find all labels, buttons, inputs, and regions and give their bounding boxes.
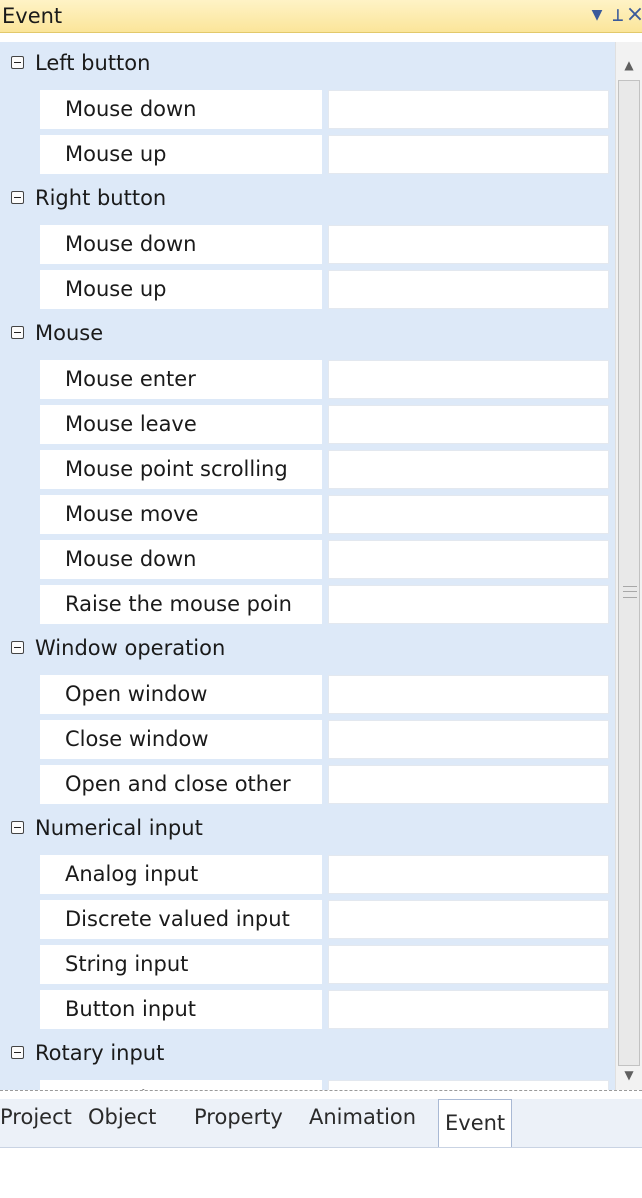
tab-event[interactable]: Event xyxy=(438,1099,513,1147)
event-value-field[interactable] xyxy=(328,405,609,444)
event-value-field[interactable] xyxy=(328,945,609,984)
event-name[interactable]: String input xyxy=(40,945,322,984)
group-header[interactable]: Mouse xyxy=(0,312,615,357)
event-row: Open window xyxy=(0,672,615,717)
group-header[interactable]: Numerical input xyxy=(0,807,615,852)
scroll-up-arrow-icon[interactable]: ▲ xyxy=(616,50,642,80)
panel-title: Event xyxy=(2,4,63,28)
event-value-field[interactable] xyxy=(328,585,609,624)
group-header[interactable]: Right button xyxy=(0,177,615,222)
event-row: Mouse up xyxy=(0,132,615,177)
event-name[interactable]: Close window xyxy=(40,720,322,759)
event-row: Raise the mouse poin xyxy=(0,582,615,627)
group-label: Left button xyxy=(35,51,151,75)
tab-animation[interactable]: Animation xyxy=(309,1105,416,1129)
collapse-toggle-icon[interactable] xyxy=(11,1046,24,1059)
scroll-thumb[interactable] xyxy=(618,80,640,1066)
vertical-scrollbar[interactable]: ▲ ▼ xyxy=(615,42,642,1090)
event-row: Open and close other xyxy=(0,762,615,807)
group-header[interactable]: Rotary input xyxy=(0,1032,615,1077)
event-row: String input xyxy=(0,942,615,987)
event-value-field[interactable] xyxy=(328,225,609,264)
event-name[interactable]: Open and close other xyxy=(40,765,322,804)
event-value-field[interactable] xyxy=(328,540,609,579)
event-name[interactable]: Mouse leave xyxy=(40,405,322,444)
event-name[interactable]: Analog input xyxy=(40,855,322,894)
group-label: Right button xyxy=(35,186,167,210)
event-name[interactable]: Open window xyxy=(40,675,322,714)
event-value-field[interactable] xyxy=(328,495,609,534)
event-name[interactable]: Mouse point scrolling xyxy=(40,450,322,489)
panel-menu-dropdown-icon[interactable]: ▼ xyxy=(586,2,608,28)
event-value-field[interactable] xyxy=(328,855,609,894)
collapse-toggle-icon[interactable] xyxy=(11,821,24,834)
event-row: Mouse leave xyxy=(0,402,615,447)
bottom-tab-strip: Project Object Property Animation Event xyxy=(0,1090,642,1198)
group-label: Mouse xyxy=(35,321,104,345)
event-value-field[interactable] xyxy=(328,900,609,939)
event-value-field[interactable] xyxy=(328,90,609,129)
event-value-field[interactable] xyxy=(328,135,609,174)
event-value-field[interactable] xyxy=(328,990,609,1029)
event-name[interactable]: Discrete valued input xyxy=(40,900,322,939)
panel-title-bar: Event ▼ ⊥ × xyxy=(0,0,642,33)
grip-icon xyxy=(623,586,637,598)
event-name[interactable]: Button input xyxy=(40,990,322,1029)
collapse-toggle-icon[interactable] xyxy=(11,641,24,654)
event-name[interactable]: Rotary input xyxy=(40,1080,322,1090)
collapse-toggle-icon[interactable] xyxy=(11,56,24,69)
tab-object[interactable]: Object xyxy=(88,1105,156,1129)
event-row: Mouse point scrolling xyxy=(0,447,615,492)
event-row: Mouse move xyxy=(0,492,615,537)
event-value-field[interactable] xyxy=(328,720,609,759)
group-label: Numerical input xyxy=(35,816,203,840)
scroll-down-arrow-icon[interactable]: ▼ xyxy=(616,1060,642,1090)
event-name[interactable]: Mouse enter xyxy=(40,360,322,399)
event-name[interactable]: Mouse up xyxy=(40,135,322,174)
event-value-field[interactable] xyxy=(328,1080,609,1090)
event-name[interactable]: Mouse down xyxy=(40,90,322,129)
collapse-toggle-icon[interactable] xyxy=(11,326,24,339)
event-name[interactable]: Mouse down xyxy=(40,540,322,579)
event-row: Button input xyxy=(0,987,615,1032)
event-row: Mouse enter xyxy=(0,357,615,402)
collapse-toggle-icon[interactable] xyxy=(11,191,24,204)
event-row: Mouse down xyxy=(0,222,615,267)
event-name[interactable]: Mouse up xyxy=(40,270,322,309)
event-row: Analog input xyxy=(0,852,615,897)
event-row: Close window xyxy=(0,717,615,762)
event-value-field[interactable] xyxy=(328,360,609,399)
event-value-field[interactable] xyxy=(328,450,609,489)
tab-project[interactable]: Project xyxy=(0,1105,72,1129)
group-header[interactable]: Window operation xyxy=(0,627,615,672)
event-value-field[interactable] xyxy=(328,270,609,309)
event-name[interactable]: Mouse move xyxy=(40,495,322,534)
group-label: Rotary input xyxy=(35,1041,165,1065)
event-row: Mouse down xyxy=(0,537,615,582)
event-name[interactable]: Mouse down xyxy=(40,225,322,264)
event-property-grid: Left button Mouse down Mouse up Right butto… xyxy=(0,42,615,1090)
event-row: Mouse up xyxy=(0,267,615,312)
event-name[interactable]: Raise the mouse poin xyxy=(40,585,322,624)
event-value-field[interactable] xyxy=(328,765,609,804)
tab-property[interactable]: Property xyxy=(194,1105,283,1129)
group-label: Window operation xyxy=(35,636,226,660)
group-header[interactable]: Left button xyxy=(0,42,615,87)
event-value-field[interactable] xyxy=(328,675,609,714)
close-icon[interactable]: × xyxy=(624,2,642,28)
tab-bar: Project Object Property Animation Event xyxy=(0,1099,642,1148)
event-row: Mouse down xyxy=(0,87,615,132)
event-row: Rotary input xyxy=(0,1077,615,1090)
event-row: Discrete valued input xyxy=(0,897,615,942)
